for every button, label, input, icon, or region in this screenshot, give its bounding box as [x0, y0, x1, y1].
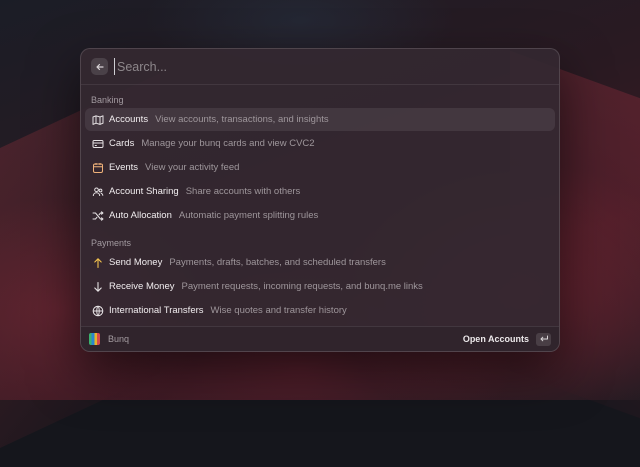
enter-key-hint[interactable]: [536, 332, 551, 346]
section-header-banking: Banking: [91, 95, 124, 105]
item-label: Receive Money: [109, 281, 175, 292]
return-icon: [540, 335, 548, 342]
list-item-events[interactable]: Events View your activity feed: [85, 156, 555, 179]
search-input[interactable]: [114, 58, 549, 75]
globe-icon: [91, 304, 104, 317]
bunq-app-icon: [89, 333, 100, 345]
item-description: Payments, drafts, batches, and scheduled…: [169, 257, 386, 268]
map-icon: [91, 113, 104, 126]
item-description: Manage your bunq cards and view CVC2: [141, 138, 315, 149]
list-item-receive-money[interactable]: Receive Money Payment requests, incoming…: [85, 275, 555, 298]
item-description: Wise quotes and transfer history: [210, 305, 347, 316]
shuffle-icon: [91, 209, 104, 222]
card-icon: [91, 137, 104, 150]
search-bar: [81, 49, 559, 85]
arrow-down-icon: [91, 280, 104, 293]
list-item-send-money[interactable]: Send Money Payments, drafts, batches, an…: [85, 251, 555, 274]
command-palette: Banking Accounts View accounts, transact…: [80, 48, 560, 352]
users-icon: [91, 185, 104, 198]
item-label: Auto Allocation: [109, 210, 172, 221]
item-description: View your activity feed: [145, 162, 240, 173]
item-description: Payment requests, incoming requests, and…: [181, 281, 423, 292]
item-label: Account Sharing: [109, 186, 179, 197]
item-label: Accounts: [109, 114, 149, 125]
arrow-up-icon: [91, 256, 104, 269]
item-label: Events: [109, 162, 139, 173]
list-item-account-sharing[interactable]: Account Sharing Share accounts with othe…: [85, 180, 555, 203]
command-list: Banking Accounts View accounts, transact…: [81, 85, 559, 327]
item-description: View accounts, transactions, and insight…: [155, 114, 329, 125]
item-description: Share accounts with others: [185, 186, 301, 197]
list-item-auto-allocation[interactable]: Auto Allocation Automatic payment splitt…: [85, 204, 555, 227]
app-name: Bunq: [108, 334, 130, 344]
calendar-icon: [91, 161, 104, 174]
back-button[interactable]: [91, 58, 108, 75]
item-label: International Transfers: [109, 305, 204, 316]
list-item-accounts[interactable]: Accounts View accounts, transactions, an…: [85, 108, 555, 131]
item-label: Send Money: [109, 257, 163, 268]
open-accounts-action[interactable]: Open Accounts: [463, 334, 529, 344]
palette-footer: Bunq Open Accounts: [81, 326, 559, 351]
arrow-left-icon: [95, 63, 104, 70]
section-header-payments: Payments: [91, 238, 132, 248]
item-label: Cards: [109, 138, 135, 149]
item-description: Automatic payment splitting rules: [178, 210, 319, 221]
list-item-international-transfers[interactable]: International Transfers Wise quotes and …: [85, 299, 555, 322]
list-item-cards[interactable]: Cards Manage your bunq cards and view CV…: [85, 132, 555, 155]
